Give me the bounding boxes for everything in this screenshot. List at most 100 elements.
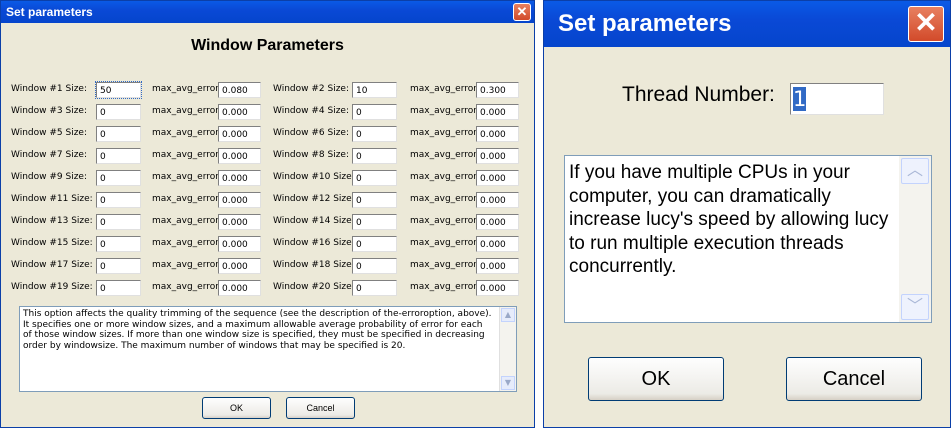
max-avg-error-input[interactable]: 0.000 — [476, 126, 519, 142]
window-size-label: Window #3 Size: — [11, 106, 87, 116]
max-avg-error-label: max_avg_error: — [152, 216, 222, 226]
window-size-input[interactable]: 0 — [352, 236, 397, 252]
window-parameters-dialog: Set parameters ✕ Window Parameters Windo… — [0, 0, 535, 428]
description-box[interactable]: If you have multiple CPUs in your comput… — [564, 155, 932, 323]
max-avg-error-input[interactable]: 0.000 — [218, 258, 261, 274]
max-avg-error-input[interactable]: 0.000 — [476, 280, 519, 296]
scroll-down-icon[interactable]: ﹀ — [901, 294, 929, 320]
max-avg-error-label: max_avg_error: — [152, 106, 222, 116]
max-avg-error-label: max_avg_error: — [152, 238, 222, 248]
window-size-input[interactable]: 0 — [96, 280, 141, 296]
ok-button[interactable]: OK — [588, 357, 724, 401]
window-size-label: Window #4 Size: — [273, 106, 349, 116]
max-avg-error-input[interactable]: 0.000 — [476, 104, 519, 120]
max-avg-error-input[interactable]: 0.000 — [476, 258, 519, 274]
window-size-input[interactable]: 0 — [96, 214, 141, 230]
dialog-body: Window Parameters Window #1 Size: 50 max_a… — [7, 29, 528, 421]
window-size-label: Window #10 Size: — [273, 172, 355, 182]
window-size-label: Window #15 Size: — [11, 238, 93, 248]
max-avg-error-label: max_avg_error: — [152, 282, 222, 292]
window-size-input[interactable]: 0 — [352, 192, 397, 208]
thread-number-input[interactable]: 1 — [790, 83, 884, 115]
window-size-label: Window #19 Size: — [11, 282, 93, 292]
window-size-label: Window #8 Size: — [273, 150, 349, 160]
title-bar[interactable]: Set parameters ✕ — [544, 1, 950, 47]
close-icon[interactable]: ✕ — [908, 6, 944, 42]
dialog-title: Set parameters — [6, 5, 93, 19]
window-size-input[interactable]: 0 — [352, 170, 397, 186]
max-avg-error-label: max_avg_error: — [410, 150, 480, 160]
ok-button[interactable]: OK — [202, 397, 271, 419]
title-bar[interactable]: Set parameters ✕ — [1, 1, 534, 23]
description-scrollbar[interactable]: ︿ ﹀ — [899, 156, 931, 322]
window-size-input[interactable]: 0 — [352, 126, 397, 142]
max-avg-error-label: max_avg_error: — [152, 194, 222, 204]
window-size-label: Window #9 Size: — [11, 172, 87, 182]
thread-number-value: 1 — [793, 87, 807, 111]
window-size-input[interactable]: 0 — [352, 104, 397, 120]
max-avg-error-input[interactable]: 0.000 — [218, 126, 261, 142]
window-size-label: Window #2 Size: — [273, 84, 349, 94]
window-size-input[interactable]: 0 — [96, 104, 141, 120]
window-size-input[interactable]: 0 — [96, 236, 141, 252]
window-size-input[interactable]: 0 — [96, 148, 141, 164]
description-scrollbar[interactable]: ▲ ▼ — [499, 307, 516, 391]
max-avg-error-input[interactable]: 0.000 — [218, 236, 261, 252]
max-avg-error-input[interactable]: 0.080 — [218, 82, 261, 98]
window-size-input[interactable]: 0 — [352, 258, 397, 274]
window-size-input[interactable]: 0 — [352, 280, 397, 296]
max-avg-error-input[interactable]: 0.300 — [476, 82, 519, 98]
max-avg-error-label: max_avg_error: — [152, 128, 222, 138]
thread-parameters-dialog: Set parameters ✕ Thread Number: 1 If you… — [543, 0, 951, 428]
window-size-input[interactable]: 0 — [96, 170, 141, 186]
close-icon[interactable]: ✕ — [513, 3, 531, 21]
cancel-button[interactable]: Cancel — [286, 397, 355, 419]
thread-number-label: Thread Number: — [622, 83, 775, 106]
window-size-label: Window #18 Size: — [273, 260, 355, 270]
window-size-input[interactable]: 0 — [352, 148, 397, 164]
dialog-title: Set parameters — [558, 10, 732, 37]
max-avg-error-label: max_avg_error: — [410, 128, 480, 138]
max-avg-error-label: max_avg_error: — [410, 216, 480, 226]
window-size-label: Window #13 Size: — [11, 216, 93, 226]
cancel-button[interactable]: Cancel — [786, 357, 922, 401]
max-avg-error-input[interactable]: 0.000 — [476, 192, 519, 208]
max-avg-error-input[interactable]: 0.000 — [218, 104, 261, 120]
window-size-label: Window #11 Size: — [11, 194, 93, 204]
window-size-input[interactable]: 0 — [96, 258, 141, 274]
window-size-label: Window #7 Size: — [11, 150, 87, 160]
scroll-up-icon[interactable]: ▲ — [501, 308, 515, 322]
max-avg-error-label: max_avg_error: — [410, 172, 480, 182]
description-box[interactable]: This option affects the quality trimming… — [19, 306, 517, 392]
window-size-label: Window #16 Size: — [273, 238, 355, 248]
description-text: If you have multiple CPUs in your comput… — [569, 162, 889, 277]
scroll-up-icon[interactable]: ︿ — [901, 158, 929, 184]
window-size-label: Window #17 Size: — [11, 260, 93, 270]
max-avg-error-label: max_avg_error: — [410, 282, 480, 292]
window-size-label: Window #12 Size: — [273, 194, 355, 204]
max-avg-error-input[interactable]: 0.000 — [218, 148, 261, 164]
max-avg-error-input[interactable]: 0.000 — [218, 214, 261, 230]
max-avg-error-input[interactable]: 0.000 — [218, 170, 261, 186]
dialog-heading: Window Parameters — [191, 37, 344, 54]
max-avg-error-label: max_avg_error: — [410, 260, 480, 270]
description-text: This option affects the quality trimming… — [23, 309, 492, 351]
window-size-label: Window #20 Size: — [273, 282, 355, 292]
window-size-input[interactable]: 0 — [96, 126, 141, 142]
window-size-label: Window #5 Size: — [11, 128, 87, 138]
max-avg-error-label: max_avg_error: — [410, 106, 480, 116]
dialog-body: Thread Number: 1 If you have multiple CP… — [550, 51, 944, 421]
window-size-input[interactable]: 10 — [352, 82, 397, 98]
max-avg-error-input[interactable]: 0.000 — [476, 214, 519, 230]
max-avg-error-label: max_avg_error: — [410, 194, 480, 204]
scroll-down-icon[interactable]: ▼ — [501, 376, 515, 390]
max-avg-error-input[interactable]: 0.000 — [218, 192, 261, 208]
window-size-input[interactable]: 50 — [95, 81, 142, 99]
window-size-input[interactable]: 0 — [96, 192, 141, 208]
max-avg-error-input[interactable]: 0.000 — [476, 170, 519, 186]
window-size-input[interactable]: 0 — [352, 214, 397, 230]
max-avg-error-input[interactable]: 0.000 — [476, 148, 519, 164]
max-avg-error-input[interactable]: 0.000 — [218, 280, 261, 296]
window-size-label: Window #1 Size: — [11, 84, 87, 94]
max-avg-error-input[interactable]: 0.000 — [476, 236, 519, 252]
